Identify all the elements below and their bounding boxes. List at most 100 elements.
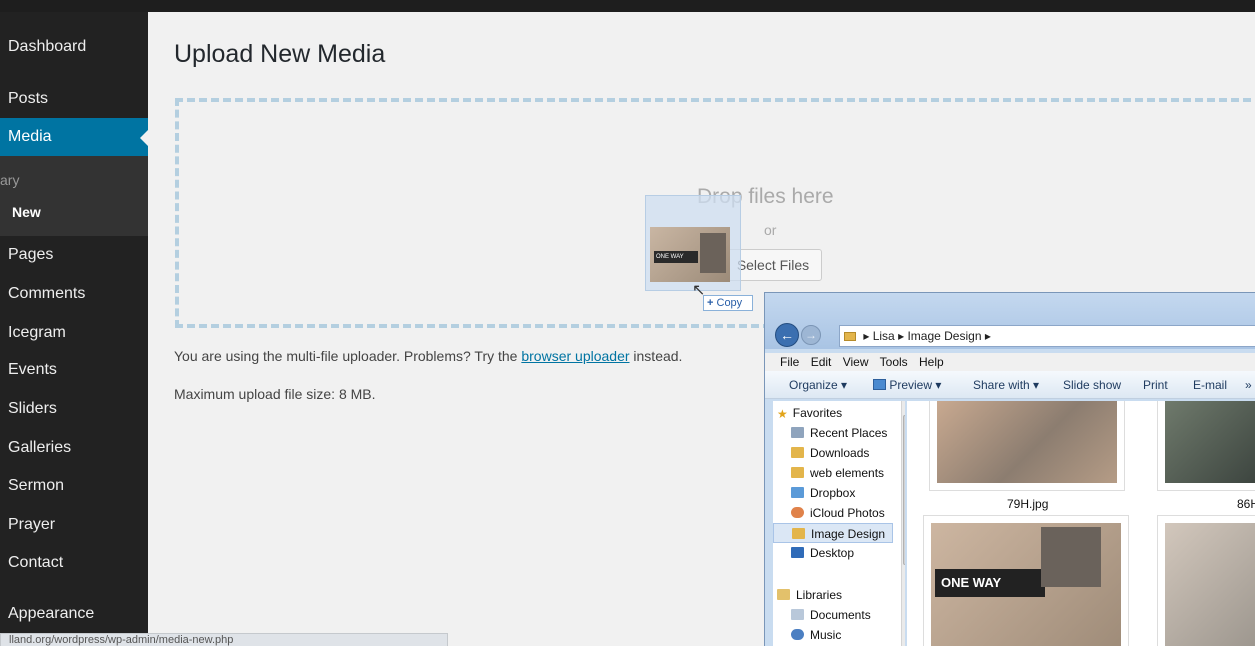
navigation-pane: ★ Favorites Recent Places Downloads web e… xyxy=(773,401,905,646)
nav-web-elements[interactable]: web elements xyxy=(773,463,893,483)
folder-icon xyxy=(792,528,805,539)
nav-image-design[interactable]: Image Design xyxy=(773,523,893,543)
folder-icon xyxy=(844,332,856,341)
file-thumbnail-86h[interactable] xyxy=(1157,401,1255,491)
more-button[interactable]: » xyxy=(1245,371,1252,399)
sidebar-item-pages[interactable]: Pages xyxy=(0,236,148,274)
organize-button[interactable]: Organize ▾ xyxy=(789,371,847,399)
nav-label: Image Design xyxy=(811,527,886,541)
explorer-menubar: File Edit View Tools Help xyxy=(765,353,1255,371)
breadcrumb-image-design[interactable]: Image Design xyxy=(907,329,981,343)
sidebar-item-icegram[interactable]: Icegram xyxy=(0,314,148,352)
sidebar-item-dashboard[interactable]: Dashboard xyxy=(0,28,148,66)
print-button[interactable]: Print xyxy=(1143,371,1168,399)
email-button[interactable]: E-mail xyxy=(1193,371,1227,399)
address-bar[interactable]: ▸ Lisa ▸ Image Design ▸ xyxy=(839,325,1255,347)
max-upload-size: Maximum upload file size: 8 MB. xyxy=(174,386,376,402)
sidebar-item-sliders[interactable]: Sliders xyxy=(0,390,148,428)
image-preview: ONE WAY xyxy=(931,523,1121,646)
browser-status-url: lland.org/wordpress/wp-admin/media-new.p… xyxy=(0,633,448,646)
explorer-toolbar: Organize ▾ Preview ▾ Share with ▾ Slide … xyxy=(765,371,1255,399)
one-way-sign: ONE WAY xyxy=(935,569,1045,597)
explorer-titlebar[interactable]: ← → ▸ Lisa ▸ Image Design ▸ xyxy=(765,293,1255,349)
sidebar-item-posts[interactable]: Posts xyxy=(0,80,148,118)
browser-uploader-link[interactable]: browser uploader xyxy=(521,348,629,364)
menu-tools[interactable]: Tools xyxy=(880,355,908,369)
menu-view[interactable]: View xyxy=(843,355,869,369)
nav-label: Recent Places xyxy=(810,426,888,440)
nav-label: web elements xyxy=(810,466,885,480)
nav-label: Dropbox xyxy=(810,486,856,500)
file-explorer-window[interactable]: ← → ▸ Lisa ▸ Image Design ▸ File Edit Vi… xyxy=(764,292,1255,646)
organize-label: Organize xyxy=(789,378,838,392)
sidebar-item-prayer[interactable]: Prayer xyxy=(0,506,148,544)
nav-desktop[interactable]: Desktop xyxy=(773,543,893,563)
share-label: Share with xyxy=(973,378,1030,392)
dropbox-folder-icon xyxy=(791,487,804,498)
breadcrumb-lisa[interactable]: Lisa xyxy=(873,329,895,343)
nav-label: Libraries xyxy=(796,588,843,602)
nav-downloads[interactable]: Downloads xyxy=(773,443,893,463)
share-with-button[interactable]: Share with ▾ xyxy=(973,371,1039,399)
file-thumbnail-79h[interactable] xyxy=(929,401,1125,491)
sidebar-item-contact[interactable]: Contact xyxy=(0,544,148,582)
active-indicator xyxy=(140,130,148,146)
dropdown-arrow-icon: ▾ xyxy=(935,378,942,392)
file-list: 79H.jpg 86H ONE WAY xyxy=(907,401,1255,646)
file-thumbnail-one-way[interactable]: ONE WAY xyxy=(923,515,1129,646)
nav-scrollbar-thumb[interactable] xyxy=(903,415,905,565)
file-thumbnail-cables[interactable] xyxy=(1157,515,1255,646)
dropdown-arrow-icon: ▾ xyxy=(1033,378,1040,392)
submenu-add-new[interactable]: New xyxy=(12,204,41,220)
file-name: 79H.jpg xyxy=(1007,497,1049,511)
sidebar-item-events[interactable]: Events xyxy=(0,351,148,389)
preview-label: Preview xyxy=(889,378,933,392)
uploader-info-suffix: instead. xyxy=(629,348,683,364)
nav-recent-places[interactable]: Recent Places xyxy=(773,423,893,443)
desktop-icon xyxy=(791,547,804,558)
nav-favorites[interactable]: ★ Favorites xyxy=(773,403,893,423)
chevron-right-icon: ▸ xyxy=(863,329,870,343)
page-title: Upload New Media xyxy=(174,40,386,68)
downloads-folder-icon xyxy=(791,447,804,458)
media-submenu: ary New xyxy=(0,156,148,236)
forward-arrow-icon[interactable]: → xyxy=(801,325,821,345)
chevron-right-icon: ▸ xyxy=(898,329,905,343)
menu-file[interactable]: File xyxy=(780,355,799,369)
menu-edit[interactable]: Edit xyxy=(811,355,832,369)
file-name: 86H xyxy=(1237,497,1255,511)
sidebar-item-sermon[interactable]: Sermon xyxy=(0,467,148,505)
nav-label: Downloads xyxy=(810,446,870,460)
preview-button[interactable]: Preview ▾ xyxy=(873,371,941,399)
window-shape xyxy=(1041,527,1101,587)
image-preview xyxy=(937,401,1117,483)
thumbnail-window xyxy=(700,233,726,273)
nav-libraries[interactable]: Libraries xyxy=(773,585,893,605)
recent-places-icon xyxy=(791,427,804,438)
music-icon xyxy=(791,629,804,640)
back-arrow-icon[interactable]: ← xyxy=(775,323,799,347)
image-preview xyxy=(1165,401,1255,483)
nav-label: Documents xyxy=(810,608,871,622)
submenu-library[interactable]: ary xyxy=(0,172,19,188)
nav-label: Favorites xyxy=(792,406,843,420)
slide-show-button[interactable]: Slide show xyxy=(1063,371,1121,399)
nav-icloud-photos[interactable]: iCloud Photos xyxy=(773,503,893,523)
menu-help[interactable]: Help xyxy=(919,355,944,369)
nav-scrollbar[interactable] xyxy=(901,401,905,646)
sidebar-item-appearance[interactable]: Appearance xyxy=(0,595,148,633)
sidebar-item-label: Media xyxy=(8,128,52,145)
admin-sidebar: Dashboard Posts Media ary New Pages Comm… xyxy=(0,12,148,646)
image-preview xyxy=(1165,523,1255,646)
star-icon: ★ xyxy=(777,407,788,421)
sidebar-item-comments[interactable]: Comments xyxy=(0,275,148,313)
sidebar-item-media[interactable]: Media xyxy=(0,118,148,156)
nav-dropbox[interactable]: Dropbox xyxy=(773,483,893,503)
folder-icon xyxy=(791,467,804,478)
uploader-info-prefix: You are using the multi-file uploader. P… xyxy=(174,348,522,364)
documents-icon xyxy=(791,609,804,620)
nav-documents[interactable]: Documents xyxy=(773,605,893,625)
sidebar-item-galleries[interactable]: Galleries xyxy=(0,429,148,467)
dragged-image-thumbnail: ONE WAY xyxy=(650,227,730,282)
nav-music[interactable]: Music xyxy=(773,625,893,645)
